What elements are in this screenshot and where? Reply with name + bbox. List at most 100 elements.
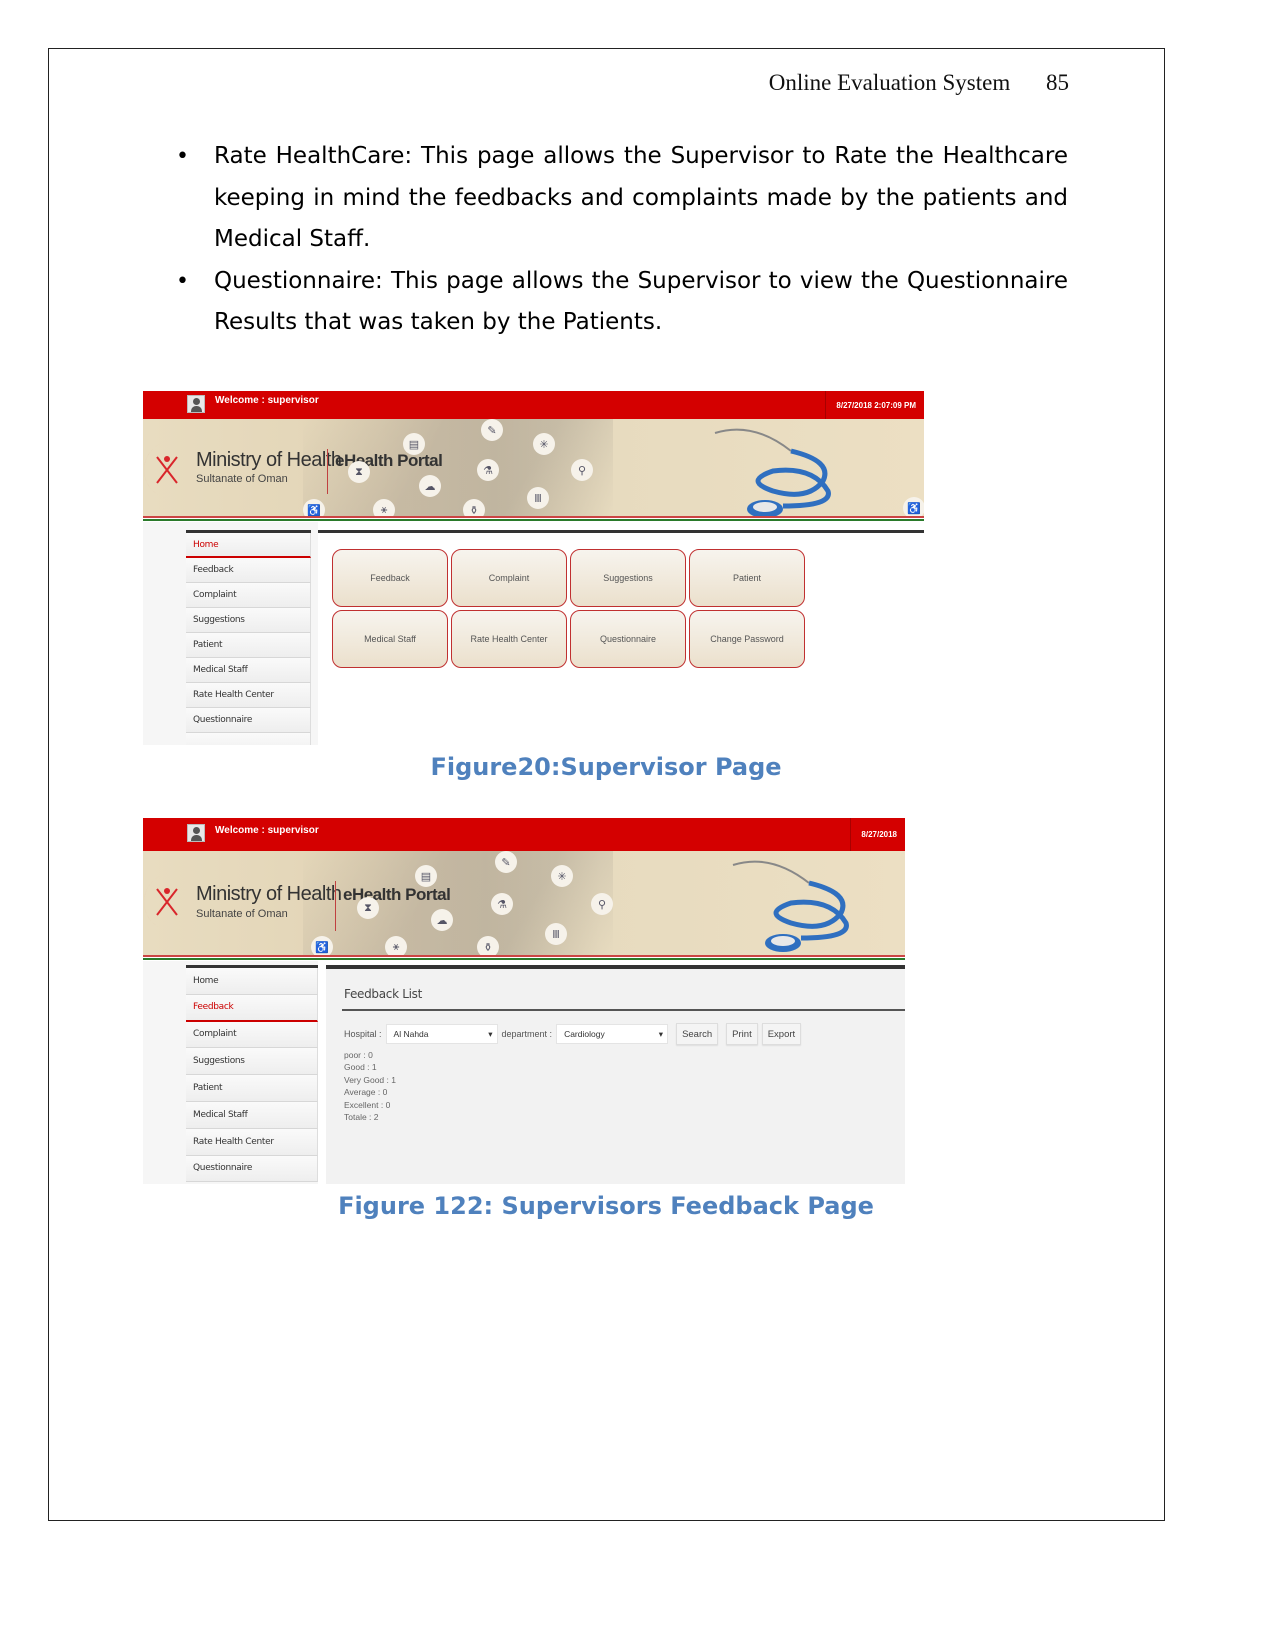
sidebar-item-medical-staff[interactable]: Medical Staff	[186, 658, 311, 683]
top-bar: Welcome : supervisor 8/27/2018	[143, 818, 905, 851]
figure-caption: Figure 122: Supervisors Feedback Page	[338, 1192, 874, 1220]
bullet-item: • Questionnaire: This page allows the Sup…	[172, 261, 1068, 344]
tile-medical-staff[interactable]: Medical Staff	[332, 610, 448, 668]
department-select[interactable]: Cardiology ▾	[556, 1024, 669, 1044]
dropdown-arrow-icon: ▾	[488, 1028, 493, 1039]
sidebar-item-complaint[interactable]: Complaint	[186, 1021, 318, 1049]
network-icon: ⚹	[373, 499, 395, 521]
stethoscope-image	[714, 428, 831, 518]
sidebar-item-questionnaire[interactable]: Questionnaire	[186, 1155, 318, 1183]
tile-questionnaire[interactable]: Questionnaire	[570, 610, 686, 668]
dropdown-arrow-icon: ▾	[658, 1028, 664, 1039]
portal-banner: Ministry of Health Sultanate of Oman eHe…	[143, 851, 905, 961]
sidebar-item-suggestions[interactable]: Suggestions	[186, 608, 311, 633]
tile-suggestions[interactable]: Suggestions	[570, 549, 686, 607]
bullet-icon: •	[176, 144, 189, 169]
oman-emblem-logo	[143, 873, 178, 931]
wheelchair-icon: ♿	[903, 497, 924, 519]
main-content: Feedback Complaint Suggestions Patient M…	[318, 530, 924, 745]
microscope-icon: ⚱	[477, 936, 499, 958]
main-content: Feedback List Hospital : Al Nahda ▾ depa…	[326, 965, 905, 1184]
brain-icon: ☁	[419, 475, 441, 497]
sidebar: Home Feedback Complaint Suggestions Pati…	[143, 522, 318, 745]
stat-average: Average : 0	[344, 1087, 388, 1098]
stat-total: Totale : 2	[344, 1112, 379, 1123]
sidebar-menu: Home Feedback Complaint Suggestions Pati…	[186, 530, 311, 745]
tile-change-password[interactable]: Change Password	[689, 610, 805, 668]
sidebar-item-patient[interactable]: Patient	[186, 633, 311, 658]
figure-caption: Figure20:Supervisor Page	[430, 753, 782, 781]
clipboard-icon: ▤	[403, 433, 425, 455]
export-button[interactable]: Export	[761, 1023, 802, 1045]
molecule-icon: ✳	[533, 433, 555, 455]
portal-banner: Ministry of Health Sultanate of Oman eHe…	[143, 419, 924, 522]
magnifier-icon: ⚲	[571, 459, 593, 481]
running-header: Online Evaluation System 85	[769, 70, 1069, 96]
department-label: department :	[501, 1029, 553, 1039]
title-divider	[342, 1009, 905, 1011]
sidebar-item-suggestions[interactable]: Suggestions	[186, 1048, 318, 1076]
microscope-icon: ⚱	[463, 499, 485, 521]
syringe-icon: ✎	[481, 419, 503, 441]
sidebar-item-rate-health-center[interactable]: Rate Health Center	[186, 683, 311, 708]
bullet-item: • Rate HealthCare: This page allows the S…	[172, 136, 1068, 261]
stat-very-good: Very Good : 1	[344, 1074, 396, 1085]
welcome-text: Welcome : supervisor	[215, 395, 319, 406]
sidebar-item-feedback[interactable]: Feedback	[186, 558, 311, 583]
supervisor-page-screenshot: Welcome : supervisor 8/27/2018 2:07:09 P…	[143, 391, 924, 745]
flask-icon: ⚗	[491, 893, 513, 915]
stat-excellent: Excellent : 0	[344, 1099, 391, 1110]
search-button[interactable]: Search	[676, 1023, 719, 1045]
oman-emblem-logo	[143, 441, 178, 499]
user-avatar-icon	[187, 395, 205, 413]
tile-feedback[interactable]: Feedback	[332, 549, 448, 607]
molecule-icon: ✳	[551, 865, 573, 887]
hourglass-icon: ⧗	[348, 461, 370, 483]
stat-good: Good : 1	[344, 1062, 377, 1073]
sidebar-item-patient[interactable]: Patient	[186, 1075, 318, 1102]
print-button[interactable]: Print	[726, 1023, 758, 1045]
filter-bar: Hospital : Al Nahda ▾ department : Cardi…	[344, 1023, 802, 1045]
ministry-title: Ministry of Health	[196, 449, 342, 471]
tile-patient[interactable]: Patient	[689, 549, 805, 607]
feedback-list-title: Feedback List	[344, 987, 423, 1001]
sidebar-item-home[interactable]: Home	[186, 533, 311, 558]
ministry-subtitle: Sultanate of Oman	[196, 908, 288, 920]
tile-rate-health-center[interactable]: Rate Health Center	[451, 610, 567, 668]
user-avatar-icon	[187, 824, 205, 842]
tile-complaint[interactable]: Complaint	[451, 549, 567, 607]
sidebar-menu: Home Feedback Complaint Suggestions Pati…	[186, 965, 318, 1183]
document-title: Online Evaluation System	[768, 70, 1011, 95]
wheelchair-icon: ♿	[311, 936, 333, 958]
top-bar: Welcome : supervisor 8/27/2018 2:07:09 P…	[143, 391, 924, 419]
title-divider	[335, 881, 336, 931]
test-tubes-icon: Ⅲ	[527, 487, 549, 509]
welcome-text: Welcome : supervisor	[215, 825, 319, 836]
test-tubes-icon: Ⅲ	[545, 923, 567, 945]
sidebar-item-more[interactable]	[186, 733, 311, 745]
network-icon: ⚹	[385, 936, 407, 958]
feedback-stats: poor : 0 Good : 1 Very Good : 1 Average …	[344, 1049, 396, 1123]
sidebar-item-rate-health-center[interactable]: Rate Health Center	[186, 1128, 318, 1156]
title-divider	[327, 449, 328, 494]
datetime: 8/27/2018 2:07:09 PM	[825, 391, 924, 419]
ministry-title: Ministry of Health	[196, 883, 342, 905]
hospital-select[interactable]: Al Nahda ▾	[385, 1024, 498, 1044]
stat-poor: poor : 0	[344, 1050, 373, 1060]
page-number: 85	[1046, 70, 1069, 95]
datetime: 8/27/2018	[850, 818, 905, 851]
syringe-icon: ✎	[495, 851, 517, 873]
bullet-icon: •	[176, 268, 189, 294]
stethoscope-image	[732, 860, 849, 952]
feedback-page-screenshot: Welcome : supervisor 8/27/2018 Ministry …	[143, 818, 905, 1184]
sidebar-item-medical-staff[interactable]: Medical Staff	[186, 1101, 318, 1129]
wheelchair-icon: ♿	[303, 499, 325, 521]
clipboard-icon: ▤	[415, 865, 437, 887]
hourglass-icon: ⧗	[357, 897, 379, 919]
sidebar-item-feedback[interactable]: Feedback	[186, 994, 318, 1022]
dashboard-tiles: Feedback Complaint Suggestions Patient M…	[332, 549, 805, 668]
sidebar-item-questionnaire[interactable]: Questionnaire	[186, 708, 311, 733]
bullet-list: • Rate HealthCare: This page allows the S…	[172, 136, 1068, 344]
sidebar-item-complaint[interactable]: Complaint	[186, 583, 311, 608]
sidebar-item-home[interactable]: Home	[186, 968, 318, 995]
